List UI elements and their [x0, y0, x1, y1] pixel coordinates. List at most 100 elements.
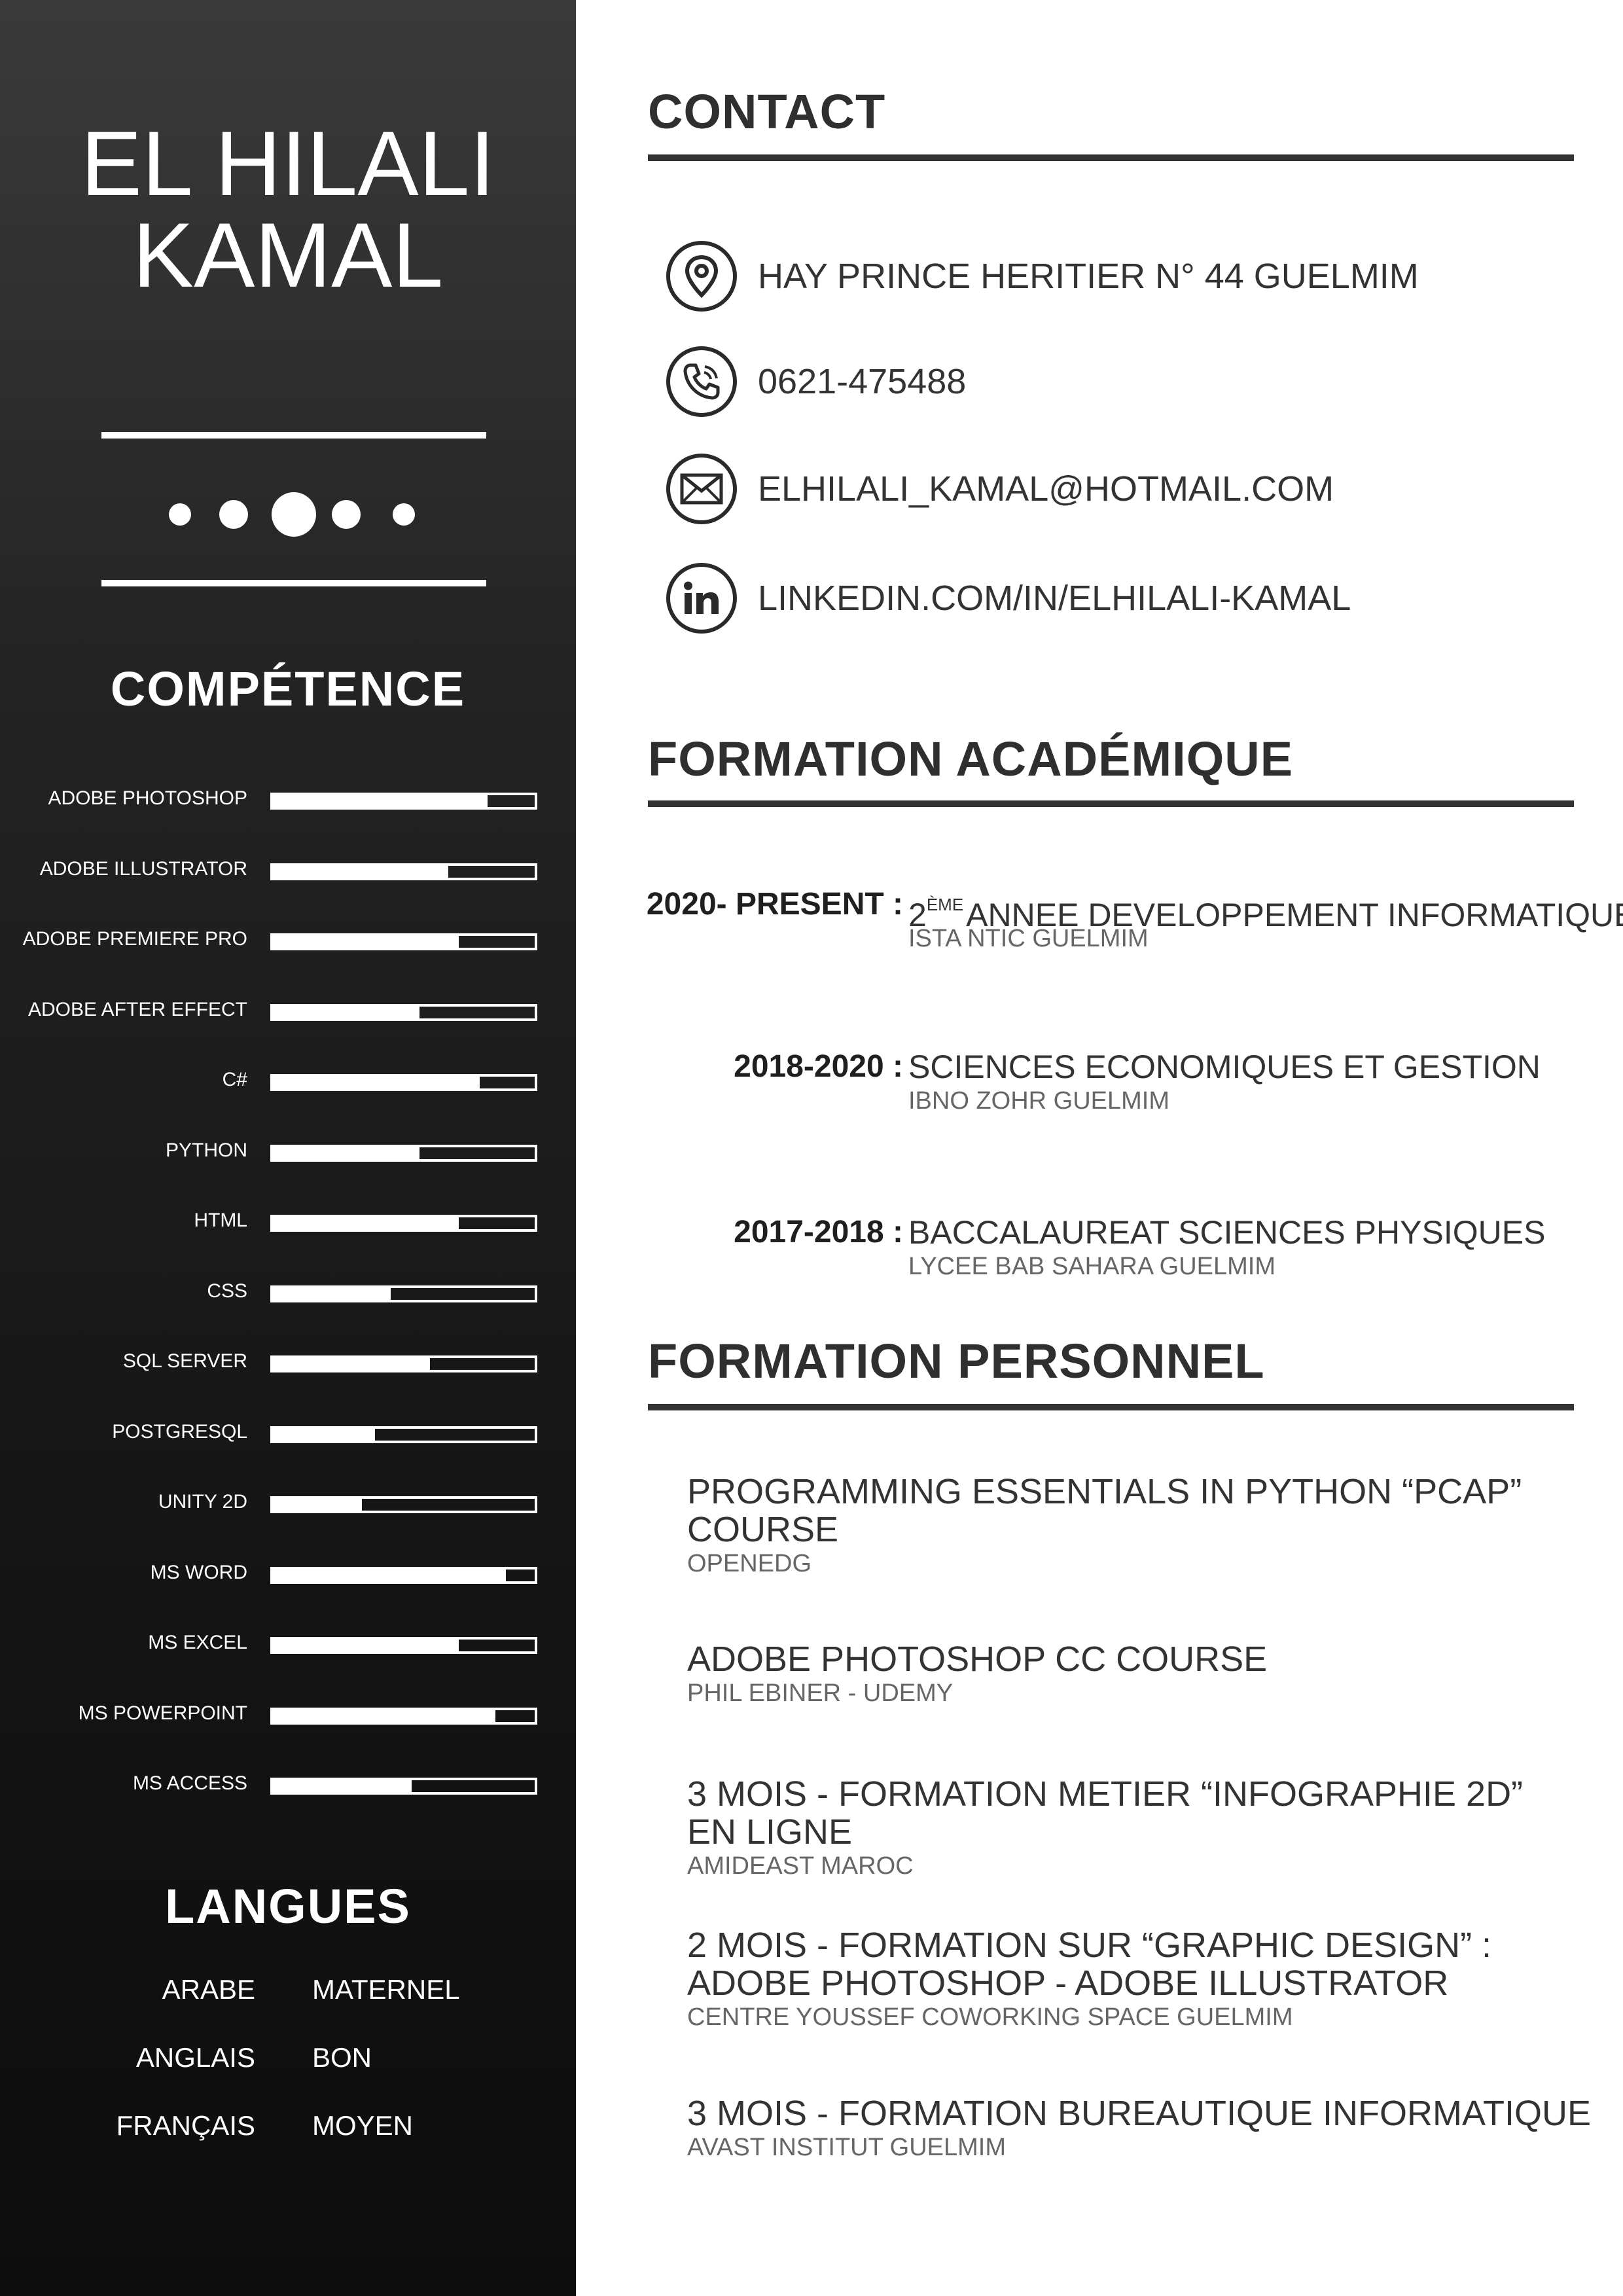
phone-icon: [666, 346, 737, 417]
skill-level-fill: [273, 936, 459, 948]
language-row: ANGLAIS BON: [0, 2038, 576, 2077]
contact-heading: CONTACT: [648, 84, 886, 139]
skill-row: MS EXCEL: [0, 1630, 576, 1656]
candidate-name: EL HILALI KAMAL: [0, 118, 576, 301]
education-rule: [648, 800, 1574, 807]
skill-level-fill: [273, 1640, 459, 1651]
skill-label: CSS: [207, 1280, 247, 1302]
dot-medium-1: [219, 500, 248, 529]
skill-level-bar: [270, 933, 537, 950]
training-org: OPENEDG: [687, 1550, 812, 1577]
language-name: ANGLAIS: [135, 2042, 255, 2073]
skill-row: HTML: [0, 1208, 576, 1234]
training-title-line-1: ADOBE PHOTOSHOP CC COURSE: [687, 1640, 1268, 1679]
skill-level-bar: [270, 1144, 537, 1162]
training-item: PROGRAMMING ESSENTIALS IN PYTHON “PCAP” …: [687, 1473, 1577, 1579]
skill-level-bar: [270, 1003, 537, 1021]
training-heading: FORMATION PERSONNEL: [648, 1334, 1265, 1388]
training-org: CENTRE YOUSSEF COWORKING SPACE GUELMIM: [687, 2003, 1293, 2031]
skill-label: UNITY 2D: [158, 1491, 247, 1513]
training-title-line-2: COURSE: [687, 1510, 839, 1549]
skill-level-bar: [270, 1778, 537, 1795]
training-title-line-1: 3 MOIS - FORMATION BUREAUTIQUE INFORMATI…: [687, 2094, 1592, 2133]
location-pin-icon: [666, 241, 737, 312]
skill-level-fill: [273, 1780, 412, 1792]
sidebar: EL HILALI KAMAL COMPÉTENCE ADOBE PHOTOSH…: [0, 0, 576, 2296]
training-org: AVAST INSTITUT GUELMIM: [687, 2134, 1007, 2161]
skill-row: PYTHON: [0, 1138, 576, 1164]
skill-row: MS ACCESS: [0, 1770, 576, 1797]
skill-row: SQL SERVER: [0, 1348, 576, 1374]
skill-level-fill: [273, 1428, 375, 1441]
skill-level-bar: [270, 1215, 537, 1232]
skills-heading: COMPÉTENCE: [110, 662, 466, 716]
training-item: ADOBE PHOTOSHOP CC COURSE PHIL EBINER - …: [687, 1640, 1577, 1708]
training-item: 3 MOIS - FORMATION METIER “INFOGRAPHIE 2…: [687, 1775, 1577, 1881]
contact-phone: 0621-475488: [666, 346, 1569, 418]
language-row: ARABE MATERNEL: [0, 1970, 576, 2009]
skill-label: ADOBE AFTER EFFECT: [27, 998, 247, 1020]
education-heading: FORMATION ACADÉMIQUE: [648, 732, 1294, 786]
contact-phone-text: 0621-475488: [758, 362, 967, 401]
education-title: BACCALAUREAT SCIENCES PHYSIQUES: [908, 1214, 1546, 1251]
skill-label: ADOBE ILLUSTRATOR: [39, 857, 247, 880]
contact-linkedin-text: LINKEDIN.COM/IN/ELHILALI-KAMAL: [758, 579, 1351, 618]
skill-level-bar: [270, 1285, 537, 1302]
skill-level-bar: [270, 1566, 537, 1584]
dot-large: [272, 492, 316, 537]
skill-row: ADOBE ILLUSTRATOR: [0, 856, 576, 882]
skill-level-fill: [273, 1006, 419, 1018]
language-level: MOYEN: [312, 2110, 414, 2141]
name-divider-bottom: [101, 580, 486, 586]
skill-label: C#: [222, 1069, 247, 1090]
contact-email-text: ELHILALI_KAMAL@HOTMAIL.COM: [758, 469, 1334, 509]
training-title-line-1: PROGRAMMING ESSENTIALS IN PYTHON “PCAP”: [687, 1472, 1522, 1511]
skill-row: ADOBE AFTER EFFECT: [0, 997, 576, 1023]
skill-level-bar: [270, 1637, 537, 1654]
contact-rule: [648, 154, 1574, 161]
name-line-1: EL HILALI: [80, 112, 495, 215]
skill-row: MS POWERPOINT: [0, 1700, 576, 1727]
education-date: 2020- PRESENT :: [646, 887, 903, 922]
name-line-2: KAMAL: [132, 204, 444, 306]
skill-level-fill: [273, 1147, 419, 1159]
language-level: BON: [312, 2042, 372, 2073]
skill-level-fill: [273, 1569, 506, 1581]
skill-row: MS WORD: [0, 1560, 576, 1586]
education-school: ISTA NTIC GUELMIM: [908, 925, 1149, 952]
skill-level-fill: [273, 1287, 391, 1300]
skill-label: MS WORD: [150, 1561, 247, 1583]
skill-level-fill: [273, 865, 448, 878]
skill-level-fill: [273, 1710, 495, 1722]
training-title: 3 MOIS - FORMATION BUREAUTIQUE INFORMATI…: [687, 2094, 1592, 2133]
education-date: 2018-2020 :: [734, 1049, 903, 1084]
training-title-line-1: 3 MOIS - FORMATION METIER “INFOGRAPHIE 2…: [687, 1774, 1524, 1814]
skill-level-bar: [270, 863, 537, 880]
training-title-line-1: 2 MOIS - FORMATION SUR “GRAPHIC DESIGN” …: [687, 1926, 1492, 1965]
training-title-line-2: ADOBE PHOTOSHOP - ADOBE ILLUSTRATOR: [687, 1964, 1449, 2003]
skill-label: ADOBE PHOTOSHOP: [48, 787, 247, 809]
skill-level-bar: [270, 1074, 537, 1091]
skill-level-fill: [273, 1499, 362, 1511]
training-title: 3 MOIS - FORMATION METIER “INFOGRAPHIE 2…: [687, 1775, 1577, 1851]
education-title: SCIENCES ECONOMIQUES ET GESTION: [908, 1049, 1541, 1085]
contact-linkedin: LINKEDIN.COM/IN/ELHILALI-KAMAL: [666, 563, 1569, 635]
education-school: IBNO ZOHR GUELMIM: [908, 1087, 1170, 1115]
training-rule: [648, 1404, 1574, 1410]
skill-level-bar: [270, 1426, 537, 1443]
training-item: 3 MOIS - FORMATION BUREAUTIQUE INFORMATI…: [687, 2094, 1592, 2162]
dot-medium-2: [332, 500, 361, 529]
skill-row: CSS: [0, 1278, 576, 1304]
skill-row: POSTGRESQL: [0, 1419, 576, 1445]
skill-label: HTML: [194, 1210, 247, 1231]
skill-row: C#: [0, 1067, 576, 1093]
skill-level-bar: [270, 1355, 537, 1372]
contact-address: HAY PRINCE HERITIER N° 44 GUELMIM: [666, 241, 1569, 313]
training-item: 2 MOIS - FORMATION SUR “GRAPHIC DESIGN” …: [687, 1926, 1577, 2032]
linkedin-icon: [666, 563, 737, 634]
skill-row: ADOBE PREMIERE PRO: [0, 926, 576, 952]
language-row: FRANÇAIS MOYEN: [0, 2106, 576, 2145]
training-org: AMIDEAST MAROC: [687, 1852, 914, 1880]
contact-email: ELHILALI_KAMAL@HOTMAIL.COM: [666, 454, 1569, 526]
skill-row: ADOBE PHOTOSHOP: [0, 785, 576, 812]
